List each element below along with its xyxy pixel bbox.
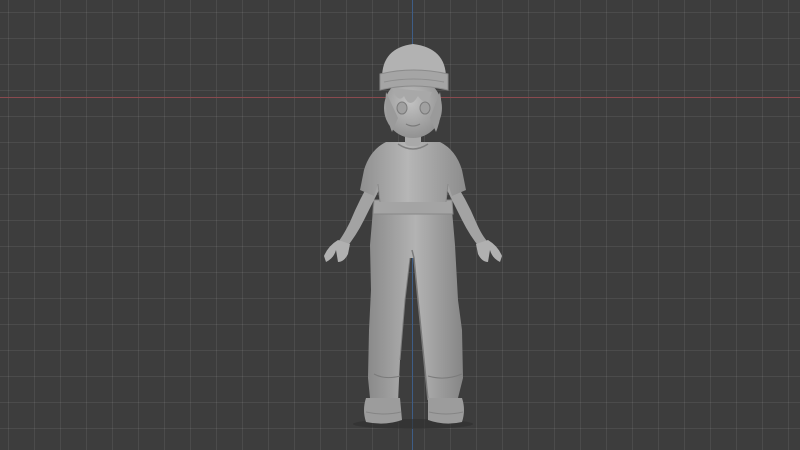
waistband bbox=[372, 199, 454, 215]
pants bbox=[368, 210, 463, 401]
beanie-hat bbox=[379, 44, 449, 91]
character-model[interactable] bbox=[0, 0, 800, 450]
3d-viewport[interactable] bbox=[0, 0, 800, 450]
